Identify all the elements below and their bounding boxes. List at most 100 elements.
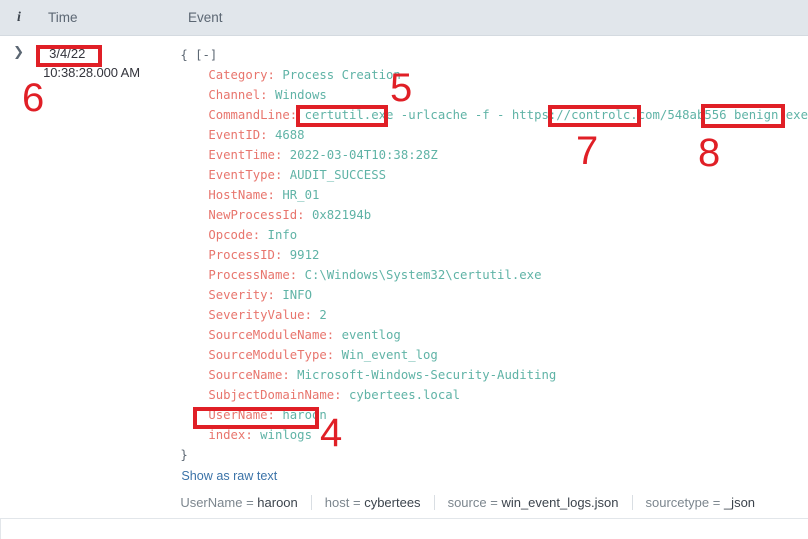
json-field-eventtype: EventType: AUDIT_SUCCESS <box>180 165 808 185</box>
json-field-sourcename: SourceName: Microsoft-Windows-Security-A… <box>180 365 808 385</box>
json-value[interactable]: certutil.exe -urlcache -f - https://cont… <box>305 108 808 122</box>
field-summary-value: haroon <box>257 495 298 510</box>
json-key[interactable]: Severity <box>208 288 267 302</box>
json-separator: : <box>267 68 283 82</box>
json-value[interactable]: AUDIT_SUCCESS <box>290 168 386 182</box>
json-separator: : <box>297 208 312 222</box>
field-summary-name: host <box>324 495 350 510</box>
json-value[interactable]: Windows <box>275 88 327 102</box>
json-value[interactable]: Microsoft-Windows-Security-Auditing <box>297 368 556 382</box>
json-separator: : <box>304 308 320 322</box>
json-separator: : <box>289 268 305 282</box>
event-date: 3/4/22 <box>49 46 86 61</box>
json-field-severityvalue: SeverityValue: 2 <box>180 305 808 325</box>
json-separator: : <box>260 88 275 102</box>
field-summary-item[interactable]: sourcetype = _json <box>631 495 769 510</box>
json-separator: : <box>267 408 283 422</box>
field-summary-equals: = <box>246 495 254 510</box>
json-field-processid: ProcessID: 9912 <box>180 245 808 265</box>
json-field-category: Category: Process Creation <box>180 65 808 85</box>
column-header-event[interactable]: Event <box>180 10 808 25</box>
json-open-line: { [-] <box>180 45 808 65</box>
json-field-severity: Severity: INFO <box>180 285 808 305</box>
field-summary-item[interactable]: host = cybertees <box>310 495 434 510</box>
json-field-processname: ProcessName: C:\Windows\System32\certuti… <box>180 265 808 285</box>
json-key[interactable]: HostName <box>208 188 267 202</box>
json-separator: : <box>274 148 290 162</box>
json-separator: : <box>274 248 290 262</box>
json-value[interactable]: 2022-03-04T10:38:28Z <box>290 148 438 162</box>
json-key[interactable]: NewProcessId <box>208 208 297 222</box>
json-value[interactable]: 9912 <box>290 248 320 262</box>
json-field-list: Category: Process Creation Channel: Windo… <box>180 65 808 445</box>
json-key[interactable]: index <box>208 428 245 442</box>
json-separator: : <box>274 168 290 182</box>
json-key[interactable]: ProcessName <box>208 268 289 282</box>
json-field-sourcemodulename: SourceModuleName: eventlog <box>180 325 808 345</box>
json-key[interactable]: SourceName <box>208 368 282 382</box>
row-event-cell: { [-] Category: Process Creation Channel:… <box>172 44 808 510</box>
json-value[interactable]: Win_event_log <box>342 348 438 362</box>
event-json-viewer: { [-] Category: Process Creation Channel:… <box>180 45 808 465</box>
json-value[interactable]: 0x82194b <box>312 208 371 222</box>
json-key[interactable]: UserName <box>208 408 267 422</box>
json-key[interactable]: CommandLine <box>208 108 289 122</box>
field-summary-name: sourcetype <box>645 495 710 510</box>
row-time-cell: 3/4/22 10:38:28.000 AM <box>37 44 172 82</box>
json-key[interactable]: SubjectDomainName <box>208 388 334 402</box>
json-field-commandline: CommandLine: certutil.exe -urlcache -f -… <box>180 105 808 125</box>
json-value[interactable]: INFO <box>282 288 312 302</box>
column-header-info[interactable]: i <box>0 10 38 26</box>
search-results-table: i Time Event ❯ 3/4/22 10:38:28.000 AM { … <box>0 0 808 510</box>
chevron-right-icon[interactable]: ❯ <box>13 46 24 59</box>
json-separator: : <box>326 348 342 362</box>
json-field-subjectdomainname: SubjectDomainName: cybertees.local <box>180 385 808 405</box>
json-field-sourcemoduletype: SourceModuleType: Win_event_log <box>180 345 808 365</box>
json-key[interactable]: Category <box>208 68 267 82</box>
field-summary-item[interactable]: UserName = haroon <box>180 495 310 510</box>
json-key[interactable]: EventID <box>208 128 260 142</box>
table-header-row: i Time Event <box>0 0 808 36</box>
field-summary-name: UserName <box>180 495 243 510</box>
json-value[interactable]: 2 <box>319 308 326 322</box>
json-value[interactable]: HR_01 <box>282 188 319 202</box>
json-value[interactable]: Process Creation <box>282 68 400 82</box>
json-value[interactable]: winlogs <box>260 428 312 442</box>
json-separator: : <box>267 288 283 302</box>
json-separator: : <box>282 368 298 382</box>
json-key[interactable]: EventType <box>208 168 275 182</box>
json-value[interactable]: haroon <box>282 408 326 422</box>
json-key[interactable]: EventTime <box>208 148 275 162</box>
json-open-brace: { <box>180 48 188 62</box>
column-header-time[interactable]: Time <box>38 10 180 25</box>
json-separator: : <box>252 228 268 242</box>
json-value[interactable]: cybertees.local <box>349 388 460 402</box>
json-field-eventid: EventID: 4688 <box>180 125 808 145</box>
json-key[interactable]: Opcode <box>208 228 252 242</box>
field-summary-value: win_event_logs.json <box>501 495 619 510</box>
json-field-channel: Channel: Windows <box>180 85 808 105</box>
event-time: 10:38:28.000 AM <box>43 65 140 80</box>
field-summary-item[interactable]: source = win_event_logs.json <box>433 495 632 510</box>
bottom-divider <box>0 518 808 519</box>
field-summary-equals: = <box>490 495 498 510</box>
row-expand-cell[interactable]: ❯ <box>0 44 37 59</box>
json-separator: : <box>267 188 283 202</box>
field-summary-row: UserName = haroon host = cybertees source … <box>180 495 808 510</box>
field-summary-value: _json <box>723 495 756 510</box>
json-key[interactable]: SourceModuleName <box>208 328 326 342</box>
show-as-raw-text-link[interactable]: Show as raw text <box>181 469 808 483</box>
json-field-opcode: Opcode: Info <box>180 225 808 245</box>
json-collapse-toggle[interactable]: [-] <box>195 48 217 62</box>
json-value[interactable]: eventlog <box>342 328 401 342</box>
json-key[interactable]: SourceModuleType <box>208 348 326 362</box>
json-value[interactable]: Info <box>268 228 298 242</box>
json-value[interactable]: 4688 <box>275 128 305 142</box>
json-key[interactable]: Channel <box>208 88 260 102</box>
json-key[interactable]: ProcessID <box>208 248 275 262</box>
json-separator: : <box>289 108 305 122</box>
json-field-index: index: winlogs <box>180 425 808 445</box>
left-divider <box>0 519 1 539</box>
json-value[interactable]: C:\Windows\System32\certutil.exe <box>305 268 542 282</box>
json-key[interactable]: SeverityValue <box>208 308 304 322</box>
